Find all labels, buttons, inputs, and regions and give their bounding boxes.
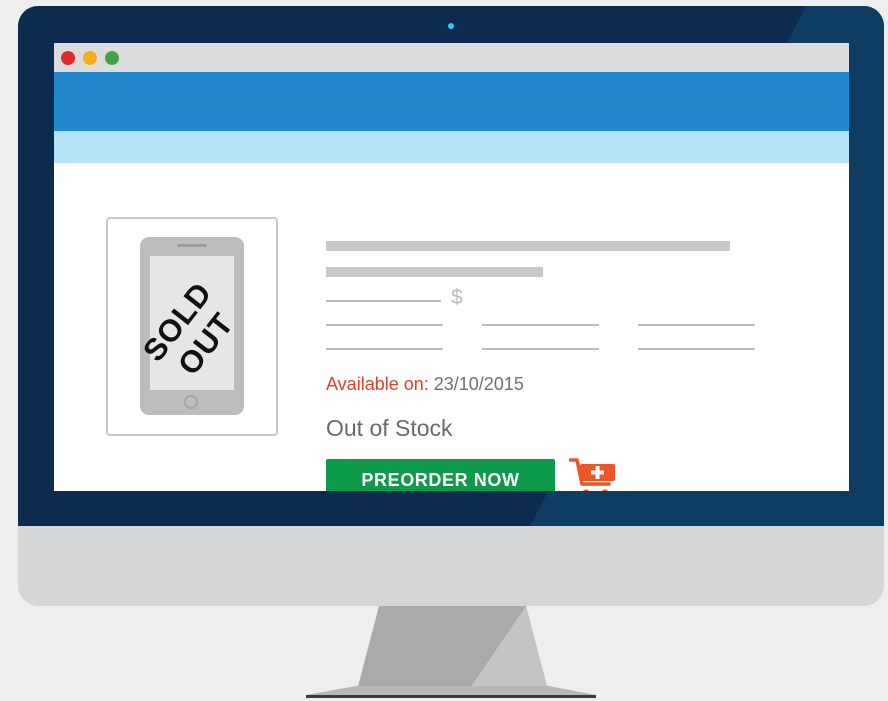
detail-placeholder-line <box>326 348 443 350</box>
product-image[interactable]: SOLD OUT <box>106 217 278 436</box>
availability-info: Available on: 23/10/2015 <box>326 374 524 395</box>
close-window-button[interactable] <box>61 51 75 65</box>
phone-speaker <box>177 244 207 247</box>
title-placeholder-line <box>326 241 730 251</box>
price-placeholder-line <box>326 300 441 302</box>
monitor: SOLD OUT $ Available on: 23/10/2015 Out … <box>18 6 884 606</box>
add-to-cart-icon[interactable] <box>569 456 617 491</box>
availability-label: Available on: <box>326 374 429 394</box>
maximize-window-button[interactable] <box>105 51 119 65</box>
detail-placeholder-line <box>638 348 755 350</box>
detail-placeholder-line <box>482 348 599 350</box>
camera-dot <box>448 23 454 29</box>
monitor-bezel: SOLD OUT $ Available on: 23/10/2015 Out … <box>18 6 884 526</box>
availability-date: 23/10/2015 <box>433 374 524 394</box>
browser-window: SOLD OUT $ Available on: 23/10/2015 Out … <box>54 43 849 491</box>
site-header <box>54 72 849 131</box>
detail-placeholder-line <box>638 324 755 326</box>
product-detail: SOLD OUT $ Available on: 23/10/2015 Out … <box>54 163 849 491</box>
browser-title-bar <box>54 43 849 72</box>
stock-status: Out of Stock <box>326 415 453 441</box>
site-subnav <box>54 131 849 163</box>
currency-symbol: $ <box>451 286 463 309</box>
detail-placeholder-line <box>482 324 599 326</box>
detail-placeholder-line <box>326 324 443 326</box>
minimize-window-button[interactable] <box>83 51 97 65</box>
preorder-button[interactable]: PREORDER NOW <box>326 459 555 491</box>
subtitle-placeholder-line <box>326 267 543 277</box>
